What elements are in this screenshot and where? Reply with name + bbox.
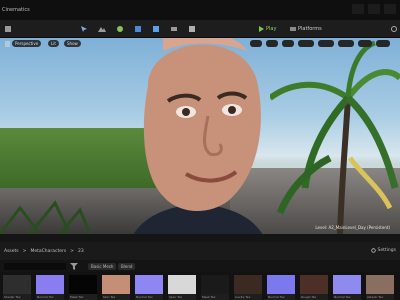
asset-label: Rough Tex bbox=[301, 295, 317, 299]
viewport-toolbar: Perspective Lit Show bbox=[0, 38, 400, 50]
asset-label: Normal Tex bbox=[334, 295, 351, 299]
play-icon bbox=[259, 26, 264, 32]
asset-thumbnail bbox=[366, 275, 394, 294]
select-mode-icon[interactable] bbox=[80, 25, 88, 33]
play-label: Play bbox=[266, 26, 277, 32]
asset-thumbnail bbox=[69, 275, 97, 294]
level-viewport[interactable]: Perspective Lit Show Level: A2_MainLevel… bbox=[0, 38, 400, 234]
minimize-button[interactable] bbox=[352, 4, 364, 14]
asset-label: Cavity Tex bbox=[235, 295, 251, 299]
content-browser-header: Assets > MetaCharacters > 23 Settings bbox=[0, 242, 400, 260]
asset-tile[interactable]: Spec Tex bbox=[168, 275, 196, 300]
show-button[interactable]: Show bbox=[64, 40, 81, 47]
play-button[interactable]: Play bbox=[259, 24, 285, 34]
asset-tile[interactable]: Normal Tex bbox=[135, 275, 163, 300]
lit-button[interactable]: Lit bbox=[48, 40, 59, 47]
gear-icon bbox=[370, 248, 376, 253]
asset-tile[interactable]: Cavity Tex bbox=[234, 275, 262, 300]
content-filter-bar: Basic Mesh Blend bbox=[0, 260, 400, 272]
breadcrumb-folder[interactable]: 23 bbox=[78, 249, 84, 254]
breadcrumb-separator: > bbox=[22, 249, 27, 254]
asset-tile[interactable]: Normal Tex bbox=[267, 275, 295, 300]
add-actor-icon[interactable] bbox=[134, 25, 142, 33]
settings-icon[interactable] bbox=[390, 25, 398, 33]
title-bar: Cinematics bbox=[0, 0, 400, 20]
asset-label: Mask Tex bbox=[70, 295, 84, 299]
sequencer-icon[interactable] bbox=[188, 25, 196, 33]
platforms-label: Platforms bbox=[298, 26, 322, 32]
filter-chip-basic-mesh[interactable]: Basic Mesh bbox=[88, 263, 117, 270]
breadcrumb-separator: > bbox=[70, 249, 74, 254]
asset-label: Spec Tex bbox=[169, 295, 183, 299]
filter-chip-blend[interactable]: Blend bbox=[118, 263, 136, 270]
level-name: Level: A2_MainLevel_Day (Persistent) bbox=[315, 225, 390, 230]
main-toolbar: Play Platforms bbox=[0, 20, 400, 38]
asset-tile[interactable]: Skin Tex bbox=[102, 275, 130, 300]
asset-label: Albedo Tex bbox=[367, 295, 384, 299]
asset-thumbnail bbox=[102, 275, 130, 294]
asset-label: Normal Tex bbox=[268, 295, 285, 299]
maximize-button[interactable] bbox=[368, 4, 380, 14]
asset-label: Skin Tex bbox=[103, 295, 116, 299]
asset-tile[interactable]: Mask Tex bbox=[201, 275, 229, 300]
save-icon[interactable] bbox=[4, 25, 12, 33]
settings-button[interactable]: Settings bbox=[370, 248, 396, 253]
breadcrumb-metacharacters[interactable]: MetaCharacters bbox=[30, 249, 66, 254]
asset-tile[interactable]: Rough Tex bbox=[300, 275, 328, 300]
search-input[interactable] bbox=[4, 263, 66, 270]
window-title: Cinematics bbox=[2, 7, 30, 13]
asset-thumbnail bbox=[3, 275, 31, 294]
asset-tile[interactable]: Albedo Tex bbox=[366, 275, 394, 300]
character-head[interactable] bbox=[108, 38, 288, 234]
platforms-button[interactable]: Platforms bbox=[290, 24, 330, 34]
cinematics-icon[interactable] bbox=[170, 25, 178, 33]
asset-tile[interactable]: Mask Tex bbox=[69, 275, 97, 300]
asset-thumbnail bbox=[201, 275, 229, 294]
asset-thumbnail bbox=[135, 275, 163, 294]
asset-thumbnail bbox=[267, 275, 295, 294]
palm-tree bbox=[270, 40, 400, 234]
asset-grid: Shader Tex Normal Tex Mask Tex Skin Tex Norm… bbox=[0, 272, 400, 300]
asset-thumbnail bbox=[36, 275, 64, 294]
asset-label: Normal Tex bbox=[136, 295, 153, 299]
breadcrumb-assets[interactable]: Assets bbox=[4, 249, 19, 254]
landscape-mode-icon[interactable] bbox=[98, 25, 106, 33]
asset-thumbnail bbox=[333, 275, 361, 294]
platforms-icon bbox=[290, 27, 296, 31]
fern-plant bbox=[0, 200, 90, 234]
asset-tile[interactable]: Normal Tex bbox=[333, 275, 361, 300]
transform-tools[interactable] bbox=[250, 40, 390, 47]
asset-tile[interactable]: Shader Tex bbox=[3, 275, 31, 300]
foliage-mode-icon[interactable] bbox=[116, 25, 124, 33]
perspective-button[interactable]: Perspective bbox=[12, 40, 42, 47]
filter-icon[interactable] bbox=[70, 263, 78, 270]
asset-thumbnail bbox=[234, 275, 262, 294]
viewport-menu-icon[interactable] bbox=[4, 40, 11, 47]
close-button[interactable] bbox=[384, 4, 396, 14]
asset-label: Normal Tex bbox=[37, 295, 54, 299]
asset-thumbnail bbox=[300, 275, 328, 294]
asset-label: Shader Tex bbox=[4, 295, 21, 299]
asset-tile[interactable]: Normal Tex bbox=[36, 275, 64, 300]
blueprint-icon[interactable] bbox=[152, 25, 160, 33]
breadcrumb: Assets > MetaCharacters > 23 bbox=[4, 249, 84, 254]
settings-label: Settings bbox=[377, 248, 396, 253]
asset-thumbnail bbox=[168, 275, 196, 294]
asset-label: Mask Tex bbox=[202, 295, 216, 299]
